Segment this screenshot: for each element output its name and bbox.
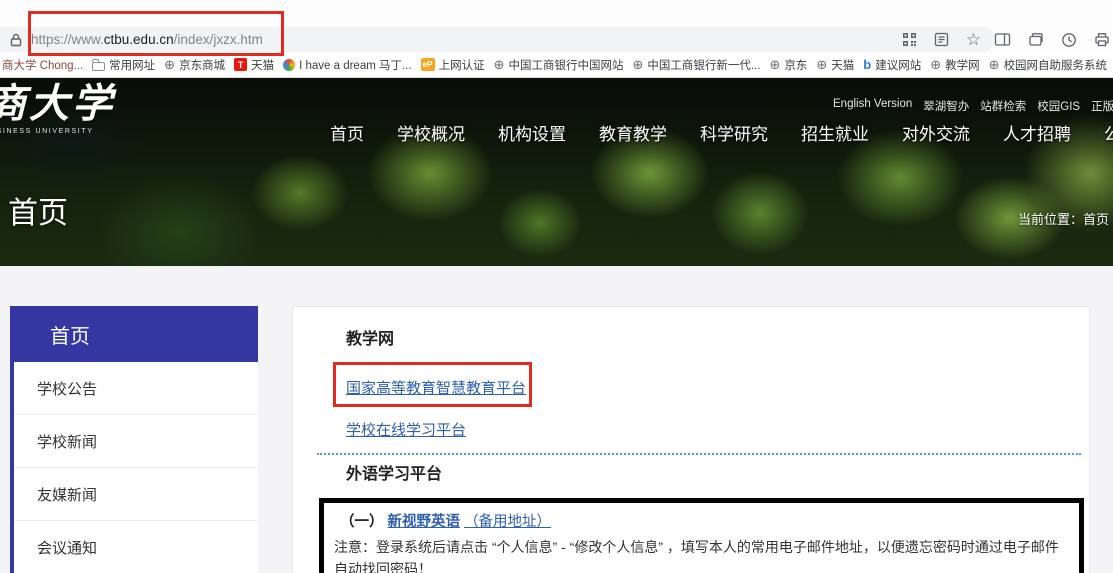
utility-link[interactable]: 翠湖智办	[923, 98, 969, 114]
bookmark-label: 天猫	[251, 57, 274, 73]
bookmark-favicon	[989, 58, 1000, 71]
bookmark-item[interactable]: 天猫	[234, 57, 274, 73]
site-header-banner: 商大学 USINESS UNIVERSITY English Version 翠…	[0, 78, 1113, 266]
url-text[interactable]: https://www.ctbu.edu.cn/index/jxzx.htm	[31, 32, 263, 47]
bookmark-label: 常用网址	[109, 57, 155, 73]
bookmark-item[interactable]: 京东	[769, 57, 807, 73]
header-utility-links: English Version 翠湖智办 站群检索 校园GIS 正版软件 工	[833, 98, 1113, 114]
sidebar-item[interactable]: 学校公告	[10, 362, 258, 415]
sidebar-item[interactable]: 会议通知	[10, 521, 258, 573]
dotted-separator	[317, 453, 1081, 455]
url-scheme: https://www.	[31, 32, 104, 47]
bookmark-label: 京东	[784, 57, 807, 73]
bookmark-item[interactable]: 建议网站	[863, 57, 921, 73]
reading-view-icon[interactable]	[932, 30, 951, 49]
bookmark-favicon	[164, 58, 175, 71]
toolbar-right-actions	[993, 26, 1111, 53]
address-bar[interactable]: https://www.ctbu.edu.cn/index/jxzx.htm	[0, 27, 995, 52]
bookmark-item[interactable]: 教学网	[930, 57, 979, 73]
bookmark-item[interactable]: 京东商城	[164, 57, 225, 73]
sidebar: 首页 学校公告 学校新闻 友媒新闻 会议通知	[10, 306, 258, 573]
link-backup-address[interactable]: （备用地址）	[464, 514, 551, 530]
browser-window: https://www.ctbu.edu.cn/index/jxzx.htm	[0, 0, 1113, 573]
bookmark-label: 校园网自助服务系统	[1004, 57, 1108, 73]
link-smart-education-platform[interactable]: 国家高等教育智慧教育平台	[346, 377, 526, 398]
sidebar-item[interactable]: 学校新闻	[10, 415, 258, 468]
bookmark-item[interactable]: 商大学 Chong...	[2, 57, 83, 73]
logo-chinese-text: 商大学	[0, 84, 115, 124]
utility-link[interactable]: 正版软件	[1091, 98, 1113, 114]
url-path: /index/jxzx.htm	[174, 32, 263, 47]
university-logo[interactable]: 商大学 USINESS UNIVERSITY	[0, 84, 115, 135]
bookmark-item[interactable]: 天猫	[816, 57, 854, 73]
bookmark-favicon	[863, 57, 871, 72]
bookmark-label: 中国工商银行中国网站	[508, 57, 623, 73]
bookmark-favicon	[283, 59, 295, 71]
nav-item[interactable]: 机构设置	[498, 120, 566, 145]
link-online-learning-platform[interactable]: 学校在线学习平台	[346, 419, 466, 440]
sidebar-accent-stripe	[10, 362, 14, 573]
page-title: 首页	[8, 188, 68, 232]
bookmark-favicon	[494, 58, 505, 71]
notice-index: （一）	[340, 514, 384, 530]
nav-item[interactable]: 学校概况	[397, 120, 465, 145]
bookmark-label: 商大学 Chong...	[2, 57, 83, 73]
qr-code-icon[interactable]	[900, 30, 919, 49]
bookmarks-bar: 商大学 Chong... 常用网址 京东商城 天猫 I have a dream…	[0, 52, 1113, 78]
bookmark-item[interactable]: 中国工商银行中国网站	[494, 57, 624, 73]
bookmark-label: I have a dream 马丁...	[299, 57, 412, 73]
bookmark-favicon	[930, 58, 941, 71]
bookmark-favicon	[632, 58, 643, 71]
main-content: 教学网 国家高等教育智慧教育平台 学校在线学习平台 外语学习平台 （一） 新视野…	[292, 306, 1090, 573]
bookmark-item[interactable]: I have a dream 马丁...	[283, 57, 412, 73]
nav-item[interactable]: 人才招聘	[1003, 120, 1071, 145]
bookmark-item[interactable]: 上网认证	[421, 57, 485, 73]
notice-box: （一） 新视野英语 （备用地址） 注意：登录系统后请点击 “个人信息” - “修…	[319, 498, 1084, 573]
section-title-teaching: 教学网	[346, 325, 394, 349]
nav-item[interactable]: 首页	[330, 120, 364, 145]
utility-link[interactable]: English Version	[833, 98, 912, 114]
utility-link[interactable]: 站群检索	[980, 98, 1026, 114]
bookmark-label: 天猫	[831, 57, 854, 73]
notice-text: 注意：登录系统后请点击 “个人信息” - “修改个人信息” ，填写本人的常用电子…	[334, 536, 1069, 573]
bookmark-item[interactable]: 中国工商银行新一代...	[632, 57, 760, 73]
split-screen-icon[interactable]	[993, 30, 1012, 49]
bookmark-favicon	[92, 62, 105, 71]
bookmark-favicon	[234, 58, 247, 71]
nav-item[interactable]: 对外交流	[902, 120, 970, 145]
browser-toolbar: https://www.ctbu.edu.cn/index/jxzx.htm	[0, 0, 1113, 52]
bookmark-favicon	[816, 58, 827, 71]
address-bar-actions: ☆	[900, 30, 983, 49]
utility-link[interactable]: 校园GIS	[1037, 98, 1080, 114]
lock-icon[interactable]	[10, 33, 22, 47]
bookmark-favicon	[769, 58, 780, 71]
nav-item[interactable]: 科学研究	[700, 120, 768, 145]
bookmark-favicon	[421, 58, 435, 71]
main-navigation: 首页 学校概况 机构设置 教育教学 科学研究 招生就业 对外交流 人才招聘 公	[330, 120, 1113, 145]
bookmark-label: 建议网站	[875, 57, 921, 73]
nav-item[interactable]: 公	[1104, 120, 1113, 145]
favorites-star-icon[interactable]: ☆	[964, 30, 983, 49]
logo-english-text: USINESS UNIVERSITY	[0, 128, 115, 135]
nav-item[interactable]: 招生就业	[801, 120, 869, 145]
sidebar-item[interactable]: 友媒新闻	[10, 468, 258, 521]
bookmark-item[interactable]: 常用网址	[92, 57, 155, 73]
bookmark-label: 中国工商银行新一代...	[647, 57, 760, 73]
url-domain: ctbu.edu.cn	[104, 32, 174, 47]
bookmark-label: 京东商城	[179, 57, 225, 73]
bookmark-label: 上网认证	[439, 57, 485, 73]
collections-icon[interactable]	[1026, 30, 1045, 49]
section-title-foreign-language: 外语学习平台	[346, 460, 442, 484]
sidebar-header: 首页	[10, 306, 258, 362]
breadcrumb: 当前位置：首页	[1018, 209, 1109, 228]
bookmark-item[interactable]: 校园网自助服务系统	[989, 57, 1107, 73]
history-icon[interactable]	[1059, 30, 1078, 49]
nav-item[interactable]: 教育教学	[599, 120, 667, 145]
print-icon[interactable]	[1092, 30, 1111, 49]
notice-heading: （一） 新视野英语 （备用地址）	[340, 511, 1069, 533]
bookmark-label: 教学网	[945, 57, 980, 73]
link-new-horizon-english[interactable]: 新视野英语	[388, 514, 461, 530]
